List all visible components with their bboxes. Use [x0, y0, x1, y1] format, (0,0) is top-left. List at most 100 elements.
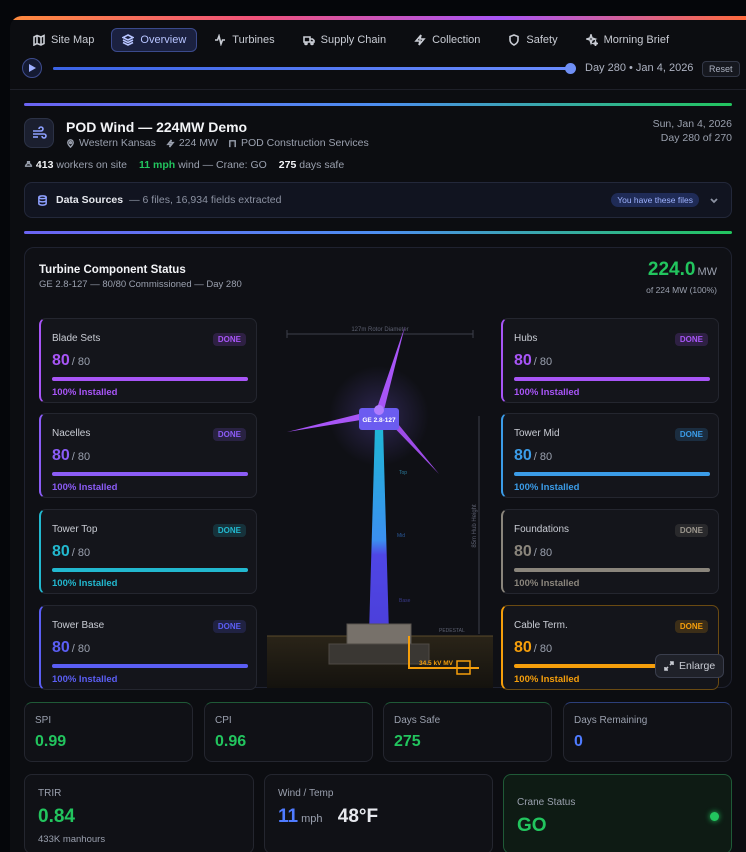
- installed-count: 80: [52, 352, 70, 369]
- metric-value: 275: [394, 733, 421, 750]
- crane-status-label: Crane Status: [517, 797, 576, 808]
- total-count: / 80: [533, 643, 553, 655]
- component-name: Nacelles: [52, 428, 91, 439]
- tab-label: Morning Brief: [603, 34, 670, 46]
- progress-fill: [52, 377, 248, 381]
- component-count: 80/ 80: [52, 639, 90, 657]
- progress-fill: [52, 568, 248, 572]
- component-count: 80/ 80: [52, 352, 90, 370]
- cable-label: 34.5 kV MV: [419, 660, 454, 667]
- total-count: / 80: [71, 451, 91, 463]
- status-badge: DONE: [674, 524, 708, 537]
- installed-percent: 100% Installed: [52, 578, 118, 589]
- days-safe-count: 275: [278, 159, 297, 171]
- temperature-value: 48°F: [337, 806, 379, 827]
- turbine-status-panel: Turbine Component Status GE 2.8-127 — 80…: [24, 247, 732, 690]
- trir-value: 0.84: [38, 806, 75, 827]
- installed-count: 80: [514, 639, 532, 656]
- metric-label: Days Safe: [394, 715, 441, 726]
- pin-icon: [67, 138, 74, 148]
- progress-bar: [514, 568, 710, 572]
- component-count: 80/ 80: [514, 352, 552, 370]
- tab-collection[interactable]: Collection: [403, 28, 491, 52]
- tab-site-map[interactable]: Site Map: [22, 28, 105, 52]
- tab-morning-brief[interactable]: Morning Brief: [575, 28, 680, 52]
- tab-label: Safety: [526, 34, 558, 46]
- component-name: Tower Mid: [514, 428, 560, 439]
- wind-label: wind — Crane: GO: [178, 159, 267, 171]
- reset-button[interactable]: Reset: [702, 61, 740, 77]
- section-accent-bar: [24, 231, 732, 234]
- trir-sub: 433K manhours: [38, 834, 106, 845]
- data-sources-badge: You have these files: [611, 193, 699, 207]
- data-sources-toggle[interactable]: Data Sources — 6 files, 16,934 fields ex…: [24, 182, 732, 218]
- metric-value: 0: [574, 733, 583, 750]
- installed-percent: 100% Installed: [514, 387, 580, 398]
- enlarge-button[interactable]: Enlarge: [655, 654, 725, 678]
- component-card[interactable]: Foundations DONE 80/ 80 100% Installed: [501, 509, 719, 594]
- progress-bar: [514, 377, 710, 381]
- site-location-text: Western Kansas: [79, 137, 156, 149]
- shield-icon: [509, 34, 520, 46]
- total-count: / 80: [71, 356, 91, 368]
- activity-icon: [215, 34, 226, 46]
- progress-fill: [52, 664, 248, 668]
- timeline-fill: [53, 67, 571, 70]
- tower-base-label: Base: [399, 598, 411, 604]
- component-card[interactable]: Hubs DONE 80/ 80 100% Installed: [501, 318, 719, 403]
- wind-icon: [24, 118, 54, 148]
- enlarge-label: Enlarge: [679, 660, 716, 672]
- status-badge: DONE: [212, 428, 246, 441]
- map-icon: [33, 34, 45, 46]
- tower-mid-label: Mid: [397, 533, 405, 539]
- metric-card: SPI 0.99: [24, 702, 193, 762]
- workers-count: 413: [35, 159, 54, 171]
- metric-card: Days Safe 275: [383, 702, 552, 762]
- timeline-slider[interactable]: [53, 63, 576, 74]
- timeline-handle[interactable]: [565, 63, 576, 74]
- site-date-text: Sun, Jan 4, 2026: [652, 118, 732, 130]
- wind-temp-values: 11 mph 48°F: [278, 806, 378, 828]
- installed-percent: 100% Installed: [514, 578, 580, 589]
- chevron-down-icon: [710, 198, 718, 204]
- tab-supply-chain[interactable]: Supply Chain: [292, 28, 397, 52]
- progress-bar: [52, 568, 248, 572]
- days-safe-label: days safe: [299, 159, 345, 171]
- trir-label: TRIR: [38, 788, 62, 799]
- total-count: / 80: [533, 451, 553, 463]
- component-card[interactable]: Tower Mid DONE 80/ 80 100% Installed: [501, 413, 719, 498]
- sparkle-icon: [585, 34, 598, 46]
- hardhat-icon: [24, 160, 33, 167]
- tab-safety[interactable]: Safety: [497, 28, 568, 52]
- progress-fill: [514, 472, 710, 476]
- component-card[interactable]: Tower Top DONE 80/ 80 100% Installed: [39, 509, 257, 594]
- metric-label: SPI: [35, 715, 52, 726]
- header-divider: [10, 89, 746, 90]
- play-button[interactable]: [22, 58, 42, 78]
- top-accent-bar: [10, 16, 746, 20]
- total-count: / 80: [71, 643, 91, 655]
- progress-bar: [52, 377, 248, 381]
- component-name: Tower Base: [52, 620, 105, 631]
- component-card[interactable]: Nacelles DONE 80/ 80 100% Installed: [39, 413, 257, 498]
- component-name: Cable Term.: [514, 620, 568, 631]
- installed-percent: 100% Installed: [52, 674, 118, 685]
- progress-fill: [514, 377, 710, 381]
- tab-turbines[interactable]: Turbines: [203, 28, 285, 52]
- truck-icon: [302, 36, 315, 46]
- metric-card: Days Remaining 0: [563, 702, 732, 762]
- nacelle-label: GE 2.8-127: [362, 417, 396, 424]
- mw-unit: MW: [697, 266, 717, 278]
- component-card[interactable]: Tower Base DONE 80/ 80 100% Installed: [39, 605, 257, 690]
- crane-status-card: Crane Status GO: [503, 774, 732, 852]
- tab-overview[interactable]: Overview: [111, 28, 198, 52]
- component-card[interactable]: Blade Sets DONE 80/ 80 100% Installed: [39, 318, 257, 403]
- installed-percent: 100% Installed: [514, 674, 580, 685]
- installed-count: 80: [514, 352, 532, 369]
- database-icon: [38, 194, 47, 206]
- site-date: Sun, Jan 4, 2026 Day 280 of 270: [653, 117, 732, 145]
- panel-subtitle: GE 2.8-127 — 80/80 Commissioned — Day 28…: [39, 279, 242, 290]
- installed-percent: 100% Installed: [514, 482, 580, 493]
- panel-title: Turbine Component Status: [39, 264, 186, 276]
- installed-percent: 100% Installed: [52, 387, 118, 398]
